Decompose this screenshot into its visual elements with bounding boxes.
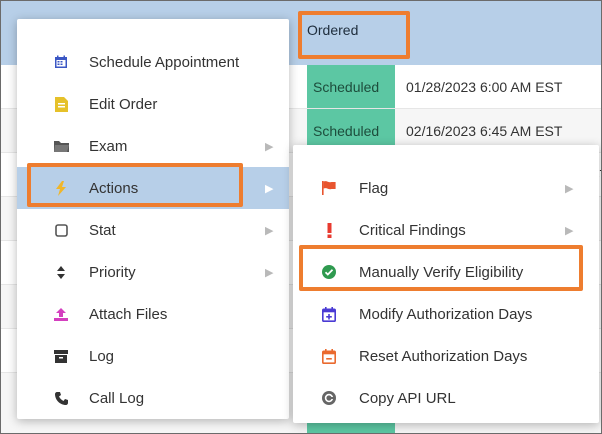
- check-circle-icon: [321, 264, 337, 280]
- sort-icon: [53, 264, 69, 280]
- screenshot-frame: Ordered Scheduled 01/28/2023 6:00 AM EST…: [0, 0, 602, 434]
- submenu-item-flag[interactable]: Flag ▶: [293, 167, 599, 209]
- menu-item-label: Log: [89, 347, 115, 365]
- menu-item-label: Modify Authorization Days: [359, 305, 533, 323]
- menu-item-call-log[interactable]: Call Log: [17, 377, 289, 419]
- status-cell: Scheduled: [307, 65, 395, 108]
- exclamation-icon: [321, 222, 337, 238]
- menu-item-edit-order[interactable]: Edit Order: [17, 83, 289, 125]
- menu-item-label: Schedule Appointment: [89, 53, 240, 71]
- bolt-icon: [53, 180, 69, 196]
- calendar-reset-icon: [321, 348, 337, 364]
- menu-item-label: Manually Verify Eligibility: [359, 263, 524, 281]
- header-status-cell[interactable]: Ordered: [307, 22, 358, 38]
- menu-item-label: Copy API URL: [359, 389, 456, 407]
- submenu-item-manually-verify-eligibility[interactable]: Manually Verify Eligibility: [293, 251, 599, 293]
- menu-item-label: Call Log: [89, 389, 145, 407]
- flag-icon: [321, 180, 337, 196]
- menu-item-label: Stat: [89, 221, 116, 239]
- api-icon: [321, 390, 337, 406]
- chevron-right-icon: ▶: [565, 182, 574, 195]
- menu-item-label: Reset Authorization Days: [359, 347, 528, 365]
- menu-item-actions[interactable]: Actions ▶: [17, 167, 289, 209]
- actions-submenu: Flag ▶ Critical Findings ▶ Manually Veri…: [293, 145, 599, 423]
- menu-item-attach-files[interactable]: Attach Files: [17, 293, 289, 335]
- checkbox-icon: [53, 222, 69, 238]
- menu-item-stat[interactable]: Stat ▶: [17, 209, 289, 251]
- submenu-item-copy-api-url[interactable]: Copy API URL: [293, 377, 599, 419]
- calendar-icon: [53, 54, 69, 70]
- chevron-right-icon: ▶: [265, 266, 274, 279]
- date-cell: 01/28/2023 6:00 AM EST: [406, 78, 563, 95]
- menu-item-priority[interactable]: Priority ▶: [17, 251, 289, 293]
- menu-item-log[interactable]: Log: [17, 335, 289, 377]
- chevron-right-icon: ▶: [565, 224, 574, 237]
- menu-item-label: Actions: [89, 179, 139, 197]
- folder-icon: [53, 138, 69, 154]
- menu-item-label: Exam: [89, 137, 128, 155]
- submenu-item-reset-authorization-days[interactable]: Reset Authorization Days: [293, 335, 599, 377]
- submenu-item-critical-findings[interactable]: Critical Findings ▶: [293, 209, 599, 251]
- context-menu: Schedule Appointment Edit Order Exam ▶ A…: [17, 19, 289, 419]
- menu-item-label: Flag: [359, 179, 389, 197]
- edit-document-icon: [53, 96, 69, 112]
- submenu-item-modify-authorization-days[interactable]: Modify Authorization Days: [293, 293, 599, 335]
- chevron-right-icon: ▶: [265, 140, 274, 153]
- phone-icon: [53, 390, 69, 406]
- menu-item-schedule-appointment[interactable]: Schedule Appointment: [17, 41, 289, 83]
- menu-item-exam[interactable]: Exam ▶: [17, 125, 289, 167]
- upload-icon: [53, 306, 69, 322]
- menu-item-label: Attach Files: [89, 305, 168, 323]
- calendar-plus-icon: [321, 306, 337, 322]
- menu-item-label: Critical Findings: [359, 221, 466, 239]
- chevron-right-icon: ▶: [265, 224, 274, 237]
- menu-item-label: Priority: [89, 263, 136, 281]
- menu-item-label: Edit Order: [89, 95, 158, 113]
- chevron-right-icon: ▶: [265, 182, 274, 195]
- archive-icon: [53, 348, 69, 364]
